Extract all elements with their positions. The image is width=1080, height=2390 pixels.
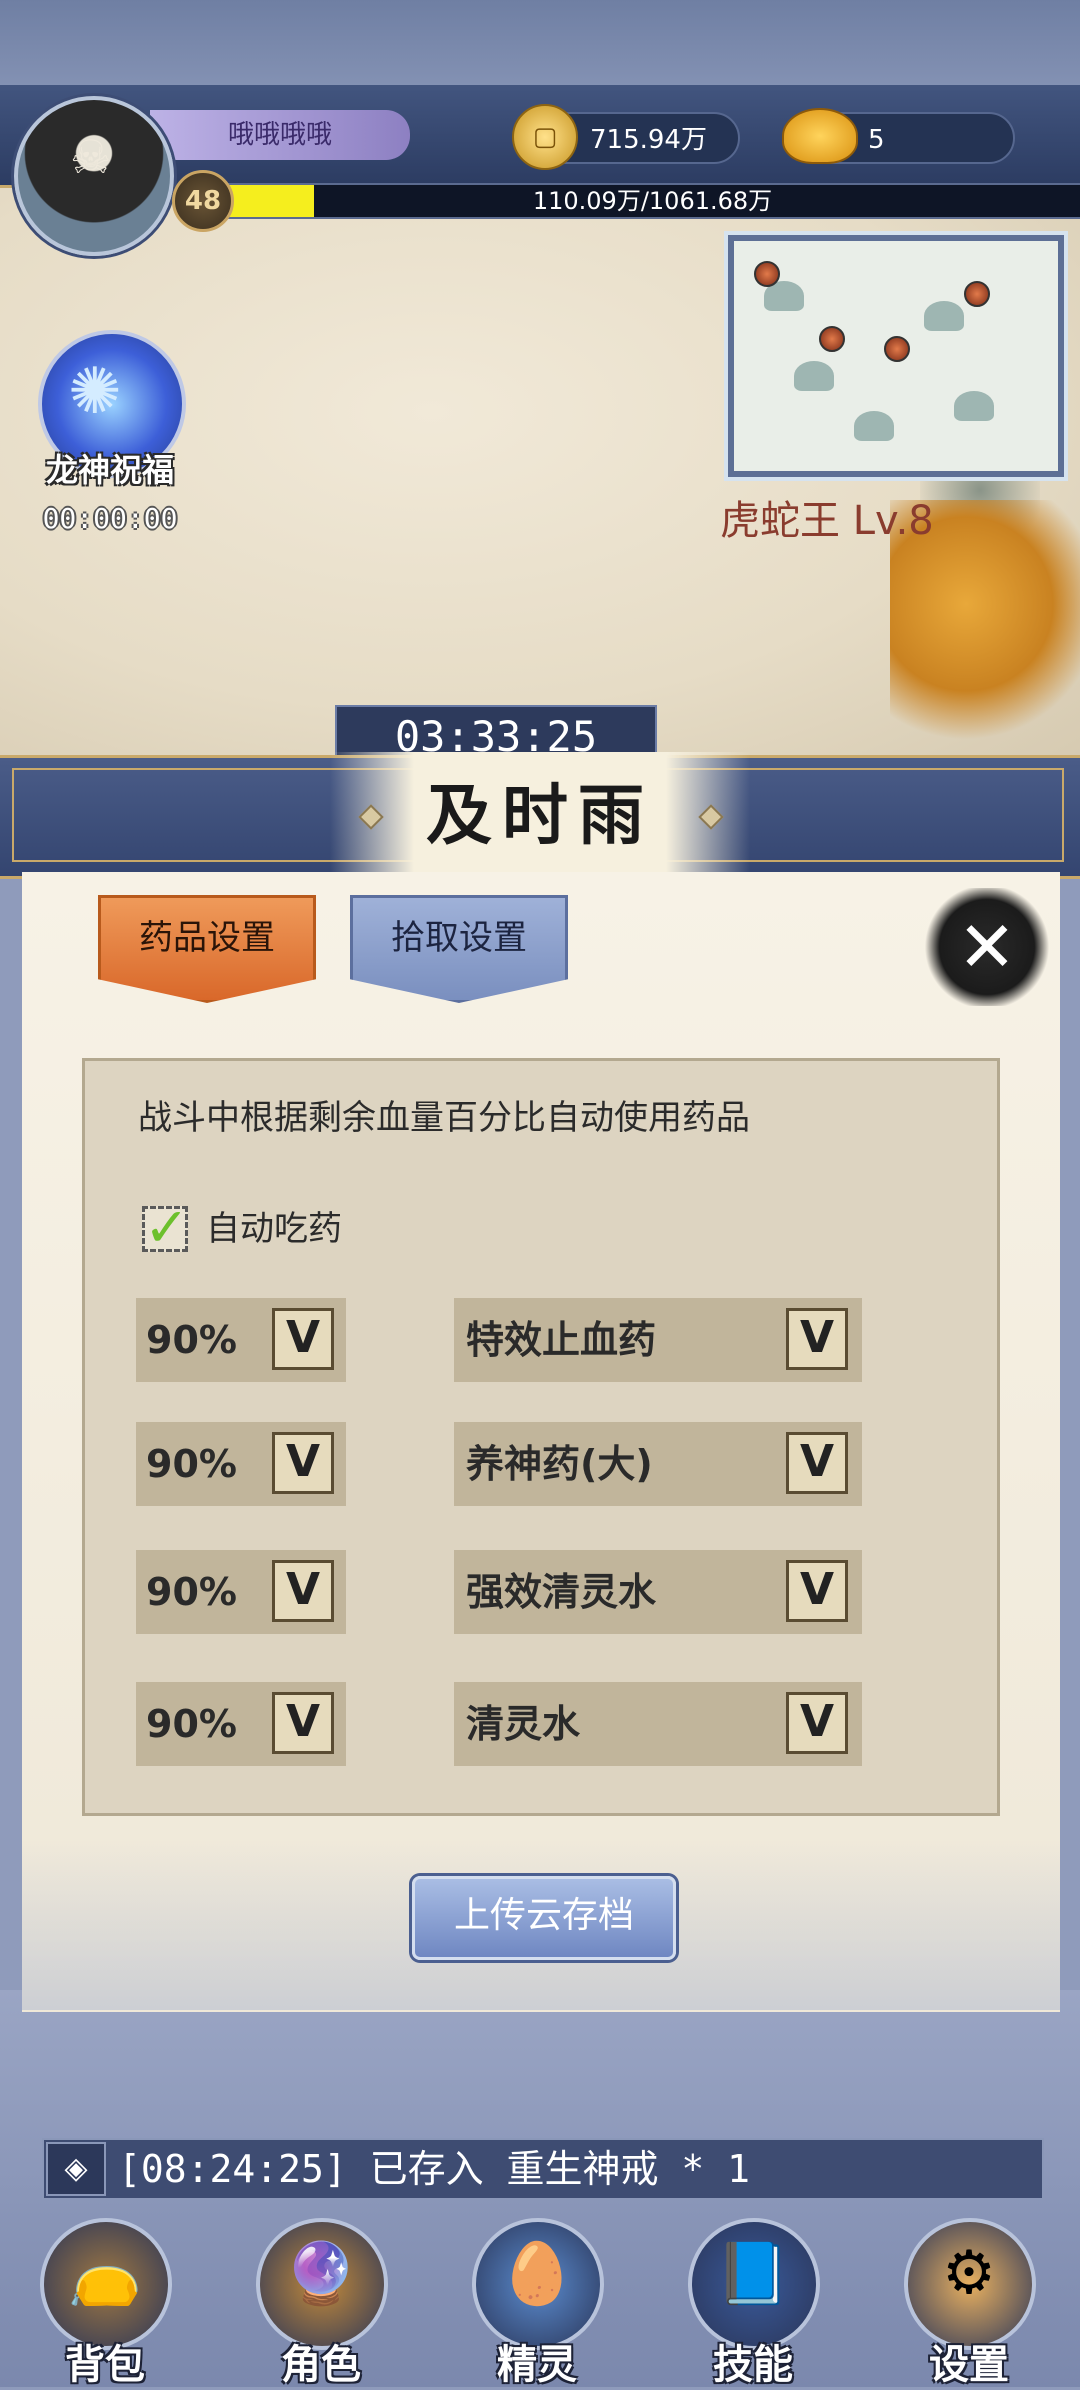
settings-icon: ⚙ (942, 2238, 996, 2308)
potion-select[interactable]: 清灵水 V (454, 1682, 862, 1766)
player-position-icon (884, 336, 910, 362)
auto-potion-label: 自动吃药 (206, 1209, 342, 1249)
hp-percent-select[interactable]: 90% V (136, 1422, 346, 1506)
hp-percent-value: 90% (146, 1570, 237, 1614)
buff-name: 龙神祝福 (45, 451, 174, 489)
buff-timer: 00:00:00 (42, 502, 178, 535)
dropdown-arrow-icon[interactable]: V (786, 1692, 848, 1754)
dropdown-arrow-icon[interactable]: V (786, 1432, 848, 1494)
hp-percent-select[interactable]: 90% V (136, 1298, 346, 1382)
potion-select[interactable]: 养神药(大) V (454, 1422, 862, 1506)
nav-character-label: 角色 (281, 2341, 361, 2388)
dropdown-arrow-icon[interactable]: V (272, 1308, 334, 1370)
potion-name: 养神药(大) (466, 1442, 653, 1486)
mountain-icon (794, 361, 834, 391)
dropdown-arrow-icon[interactable]: V (786, 1560, 848, 1622)
dialog-title: 及时雨 (426, 776, 654, 854)
monster-node-icon[interactable] (964, 281, 990, 307)
dropdown-arrow-icon[interactable]: V (272, 1560, 334, 1622)
potion-name: 清灵水 (466, 1702, 581, 1746)
mountain-icon (924, 301, 964, 331)
nav-skill[interactable]: 📘 技能 (678, 2214, 828, 2388)
hp-percent-value: 90% (146, 1442, 237, 1486)
nav-bag[interactable]: 👝 背包 (30, 2214, 180, 2388)
nav-bag-label: 背包 (65, 2341, 145, 2388)
player-level-badge: 48 (172, 170, 234, 232)
boss-label[interactable]: 虎蛇王 Lv.8 (720, 488, 934, 546)
nav-settings-label: 设置 (929, 2341, 1009, 2388)
blue-flame-icon: ✺ (68, 355, 122, 429)
hp-percent-value: 90% (146, 1318, 237, 1362)
nav-settings[interactable]: ⚙ 设置 (894, 2214, 1044, 2388)
minimap[interactable] (728, 235, 1064, 477)
close-button[interactable]: ✕ (924, 888, 1050, 1006)
potion-select[interactable]: 特效止血药 V (454, 1298, 862, 1382)
dropdown-arrow-icon[interactable]: V (272, 1432, 334, 1494)
player-avatar[interactable]: ☠ (14, 96, 174, 256)
system-log-text: [08:24:25] 已存入 重生神戒 * 1 (118, 2147, 751, 2191)
hp-percent-select[interactable]: 90% V (136, 1550, 346, 1634)
monster-node-icon[interactable] (754, 261, 780, 287)
character-icon: 🔮 (283, 2239, 359, 2309)
coin-icon: ▢ (512, 104, 578, 170)
log-toggle-icon[interactable]: ◈ (46, 2142, 106, 2196)
potion-select[interactable]: 强效清灵水 V (454, 1550, 862, 1634)
close-icon: ✕ (957, 906, 1017, 988)
spirit-egg-icon: 🥚 (499, 2239, 575, 2309)
nav-spirit[interactable]: 🥚 精灵 (462, 2214, 612, 2388)
monster-node-icon[interactable] (819, 326, 845, 352)
mountain-icon (954, 391, 994, 421)
bag-icon: 👝 (67, 2239, 143, 2309)
skill-book-icon: 📘 (715, 2239, 791, 2309)
panel-description: 战斗中根据剩余血量百分比自动使用药品 (138, 1098, 750, 1138)
stage-timer: 03:33:25 (335, 705, 657, 759)
checkmark-icon: ✓ (144, 1196, 190, 1259)
exp-bar: 110.09万/1061.68万 (225, 183, 1080, 219)
skull-icon: ☠ (70, 130, 112, 184)
potion-name: 特效止血药 (466, 1318, 657, 1362)
player-name: 哦哦哦哦 (150, 110, 410, 160)
hp-percent-select[interactable]: 90% V (136, 1682, 346, 1766)
nav-spirit-label: 精灵 (497, 2341, 577, 2388)
mountain-icon (854, 411, 894, 441)
nav-skill-label: 技能 (713, 2341, 793, 2388)
upload-cloud-save-button[interactable]: 上传云存档 (412, 1876, 676, 1960)
hp-percent-value: 90% (146, 1702, 237, 1746)
top-background (0, 0, 1080, 90)
dropdown-arrow-icon[interactable]: V (272, 1692, 334, 1754)
gold-ingot-icon (782, 108, 858, 164)
exp-text: 110.09万/1061.68万 (532, 187, 773, 215)
potion-name: 强效清灵水 (466, 1570, 657, 1614)
nav-character[interactable]: 🔮 角色 (246, 2214, 396, 2388)
dropdown-arrow-icon[interactable]: V (786, 1308, 848, 1370)
